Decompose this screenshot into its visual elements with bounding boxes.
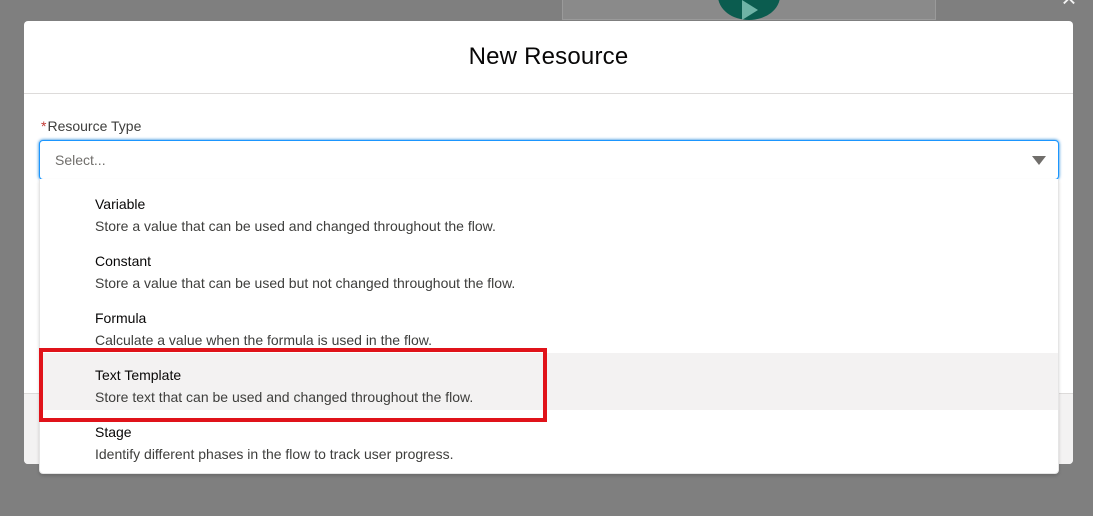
option-description: Store text that can be used and changed …: [95, 389, 474, 405]
option-description: Store a value that can be used and chang…: [95, 218, 496, 234]
modal-header: New Resource: [24, 21, 1073, 94]
option-formula[interactable]: Formula Calculate a value when the formu…: [40, 296, 1058, 353]
option-title: Constant: [95, 253, 152, 269]
option-title: Formula: [95, 310, 147, 326]
modal-title: New Resource: [468, 43, 629, 70]
option-constant[interactable]: Constant Store a value that can be used …: [40, 239, 1058, 296]
play-icon: [742, 0, 758, 20]
resource-type-placeholder: Select...: [55, 152, 106, 168]
close-icon[interactable]: ×: [1059, 0, 1079, 11]
resource-type-combobox[interactable]: Select...: [39, 140, 1059, 180]
chevron-down-icon[interactable]: [1032, 156, 1046, 165]
option-description: Calculate a value when the formula is us…: [95, 332, 432, 348]
option-variable[interactable]: Variable Store a value that can be used …: [40, 182, 1058, 239]
option-title: Variable: [95, 196, 146, 212]
option-text-template[interactable]: Text Template Store text that can be use…: [40, 353, 1058, 410]
option-description: Store a value that can be used but not c…: [95, 275, 516, 291]
resource-type-label: *Resource Type: [41, 118, 141, 134]
resource-type-listbox: Variable Store a value that can be used …: [39, 179, 1059, 474]
required-indicator: *: [41, 118, 47, 134]
option-title: Text Template: [95, 367, 182, 383]
resource-type-label-text: Resource Type: [47, 118, 142, 134]
option-stage[interactable]: Stage Identify different phases in the f…: [40, 410, 1058, 467]
option-description: Identify different phases in the flow to…: [95, 446, 454, 462]
option-title: Stage: [95, 424, 132, 440]
